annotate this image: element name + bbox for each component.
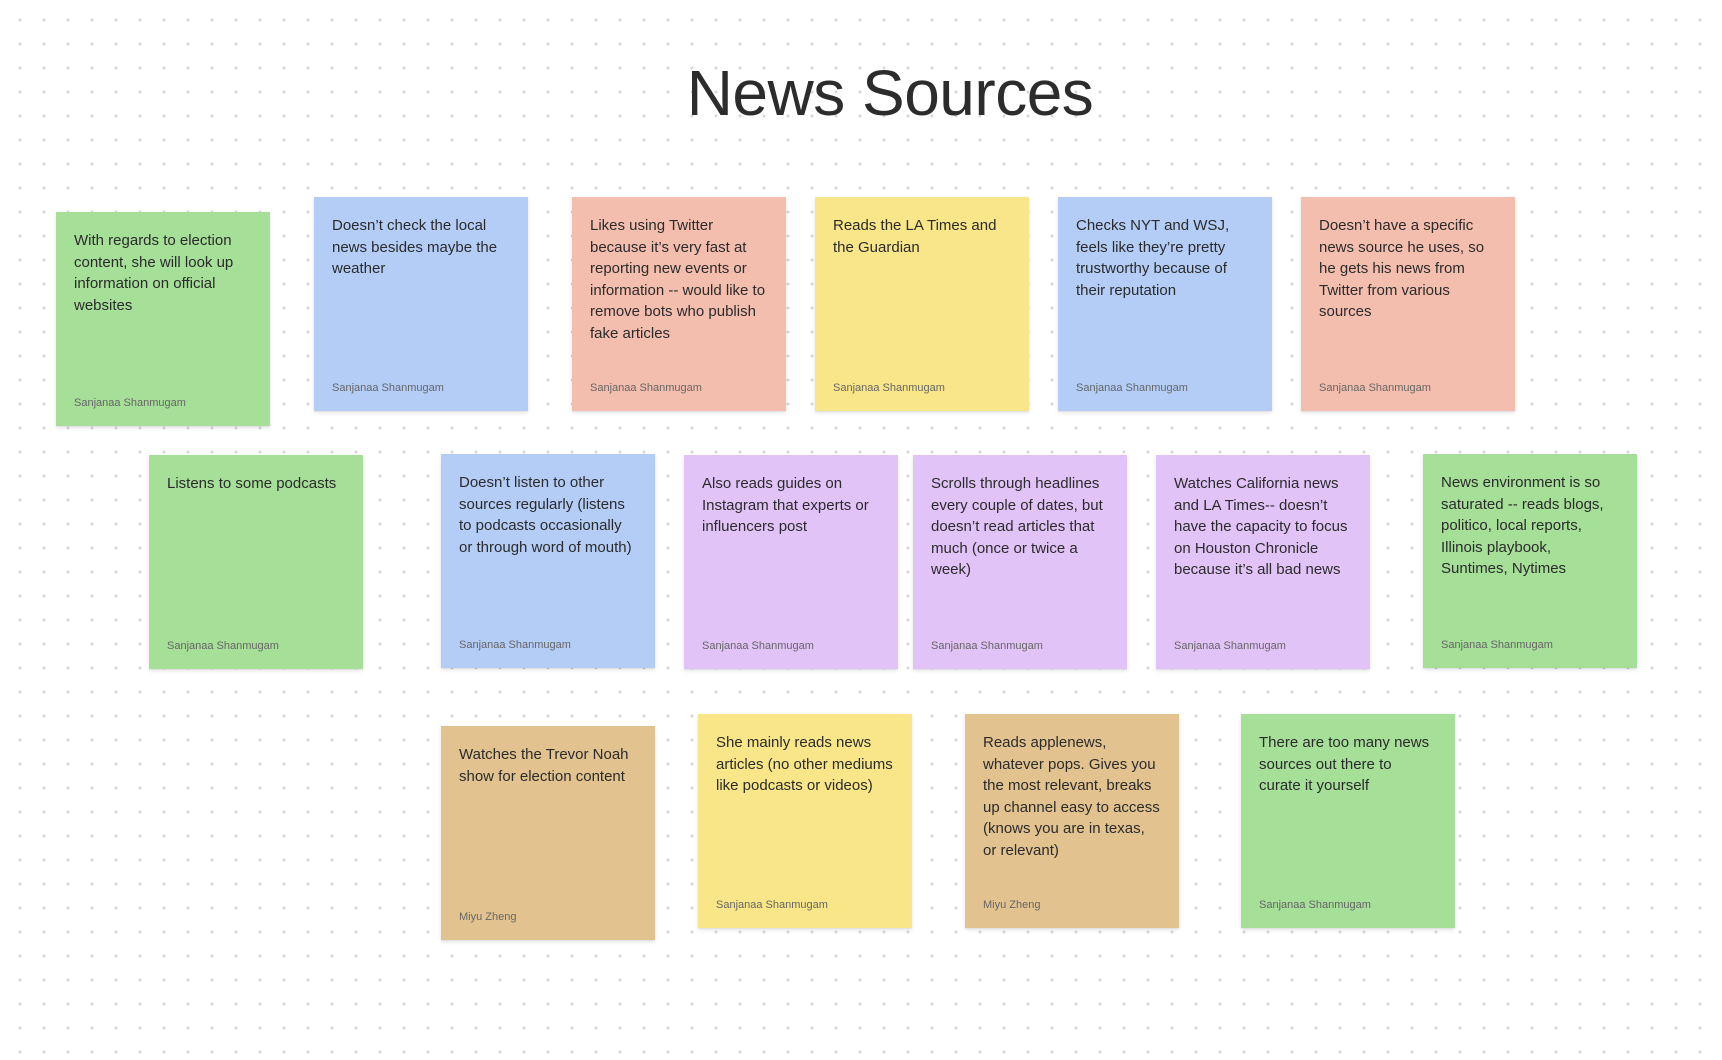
sticky-note-text: Scrolls through headlines every couple o…: [931, 475, 1103, 578]
whiteboard-canvas[interactable]: News Sources With regards to election co…: [0, 0, 1722, 1060]
sticky-note[interactable]: Watches California news and LA Times-- d…: [1156, 455, 1370, 669]
sticky-note-text: Doesn’t have a specific news source he u…: [1319, 217, 1485, 320]
sticky-note[interactable]: She mainly reads news articles (no other…: [698, 714, 912, 928]
sticky-note-author: Sanjanaa Shanmugam: [931, 640, 1043, 652]
sticky-note-author: Sanjanaa Shanmugam: [167, 640, 279, 652]
sticky-note-text: Listens to some podcasts: [167, 475, 337, 492]
sticky-note-text: Watches California news and LA Times-- d…: [1174, 475, 1348, 578]
sticky-note[interactable]: Reads the LA Times and the Guardian Sanj…: [815, 197, 1029, 411]
sticky-note-author: Sanjanaa Shanmugam: [833, 382, 945, 394]
sticky-note-author: Sanjanaa Shanmugam: [1174, 640, 1286, 652]
sticky-note[interactable]: Doesn’t check the local news besides may…: [314, 197, 528, 411]
sticky-note-author: Sanjanaa Shanmugam: [1319, 382, 1431, 394]
sticky-note[interactable]: News environment is so saturated -- read…: [1423, 454, 1637, 668]
sticky-note-author: Sanjanaa Shanmugam: [590, 382, 702, 394]
sticky-note-author: Sanjanaa Shanmugam: [459, 639, 571, 651]
sticky-note-author: Sanjanaa Shanmugam: [1441, 639, 1553, 651]
sticky-note-text: Likes using Twitter because it’s very fa…: [590, 217, 766, 342]
sticky-note-author: Miyu Zheng: [459, 911, 517, 923]
sticky-note[interactable]: Checks NYT and WSJ, feels like they’re p…: [1058, 197, 1272, 411]
sticky-note-text: News environment is so saturated -- read…: [1441, 474, 1604, 577]
sticky-note-author: Sanjanaa Shanmugam: [716, 899, 828, 911]
sticky-note[interactable]: Doesn’t listen to other sources regularl…: [441, 454, 655, 668]
sticky-note-text: There are too many news sources out ther…: [1259, 734, 1430, 794]
sticky-note-author: Miyu Zheng: [983, 899, 1041, 911]
sticky-note[interactable]: Likes using Twitter because it’s very fa…: [572, 197, 786, 411]
sticky-note[interactable]: Scrolls through headlines every couple o…: [913, 455, 1127, 669]
sticky-note-text: With regards to election content, she wi…: [74, 232, 234, 314]
sticky-note[interactable]: Watches the Trevor Noah show for electio…: [441, 726, 655, 940]
sticky-note-text: Watches the Trevor Noah show for electio…: [459, 746, 629, 785]
board-title[interactable]: News Sources: [0, 58, 1722, 129]
sticky-note[interactable]: There are too many news sources out ther…: [1241, 714, 1455, 928]
sticky-note[interactable]: Listens to some podcasts Sanjanaa Shanmu…: [149, 455, 363, 669]
sticky-note-text: Reads applenews, whatever pops. Gives yo…: [983, 734, 1160, 859]
sticky-note-author: Sanjanaa Shanmugam: [1076, 382, 1188, 394]
sticky-note-author: Sanjanaa Shanmugam: [74, 397, 186, 409]
sticky-note-text: Checks NYT and WSJ, feels like they’re p…: [1076, 217, 1230, 299]
sticky-note-author: Sanjanaa Shanmugam: [332, 382, 444, 394]
sticky-note-author: Sanjanaa Shanmugam: [702, 640, 814, 652]
sticky-note[interactable]: Reads applenews, whatever pops. Gives yo…: [965, 714, 1179, 928]
sticky-note[interactable]: With regards to election content, she wi…: [56, 212, 270, 426]
sticky-note[interactable]: Doesn’t have a specific news source he u…: [1301, 197, 1515, 411]
sticky-note[interactable]: Also reads guides on Instagram that expe…: [684, 455, 898, 669]
sticky-note-text: Reads the LA Times and the Guardian: [833, 217, 997, 256]
sticky-note-text: Also reads guides on Instagram that expe…: [702, 475, 869, 535]
sticky-note-text: Doesn’t listen to other sources regularl…: [459, 474, 632, 556]
sticky-note-text: Doesn’t check the local news besides may…: [332, 217, 498, 277]
sticky-note-text: She mainly reads news articles (no other…: [716, 734, 893, 794]
sticky-note-author: Sanjanaa Shanmugam: [1259, 899, 1371, 911]
